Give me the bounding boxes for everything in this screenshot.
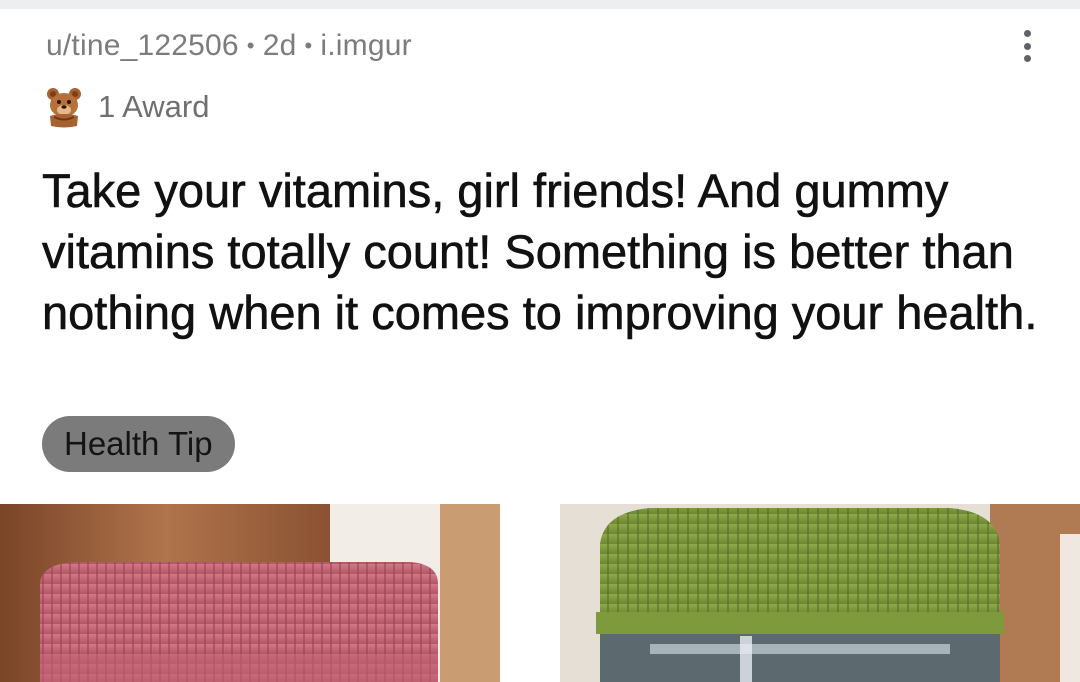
- awards-count: 1 Award: [98, 89, 210, 124]
- awards-row[interactable]: 1 Award: [44, 84, 209, 130]
- post-meta: u/tine_122506 • 2d • i.imgur: [46, 26, 412, 66]
- vitamin-bottles-photo: [0, 504, 1080, 682]
- more-options-button[interactable]: [1010, 26, 1044, 66]
- post-flair[interactable]: Health Tip: [42, 416, 235, 472]
- author-link[interactable]: u/tine_122506: [46, 29, 239, 63]
- post-title[interactable]: Take your vitamins, girl friends! And gu…: [42, 160, 1042, 343]
- domain-link[interactable]: i.imgur: [320, 29, 411, 63]
- top-divider: [0, 0, 1080, 9]
- meta-separator: •: [246, 33, 255, 58]
- bear-award-icon: [47, 88, 81, 128]
- meta-separator: •: [304, 33, 313, 58]
- post-image[interactable]: [0, 504, 1080, 682]
- post-age: 2d: [262, 29, 297, 62]
- more-vertical-icon: [1023, 30, 1031, 37]
